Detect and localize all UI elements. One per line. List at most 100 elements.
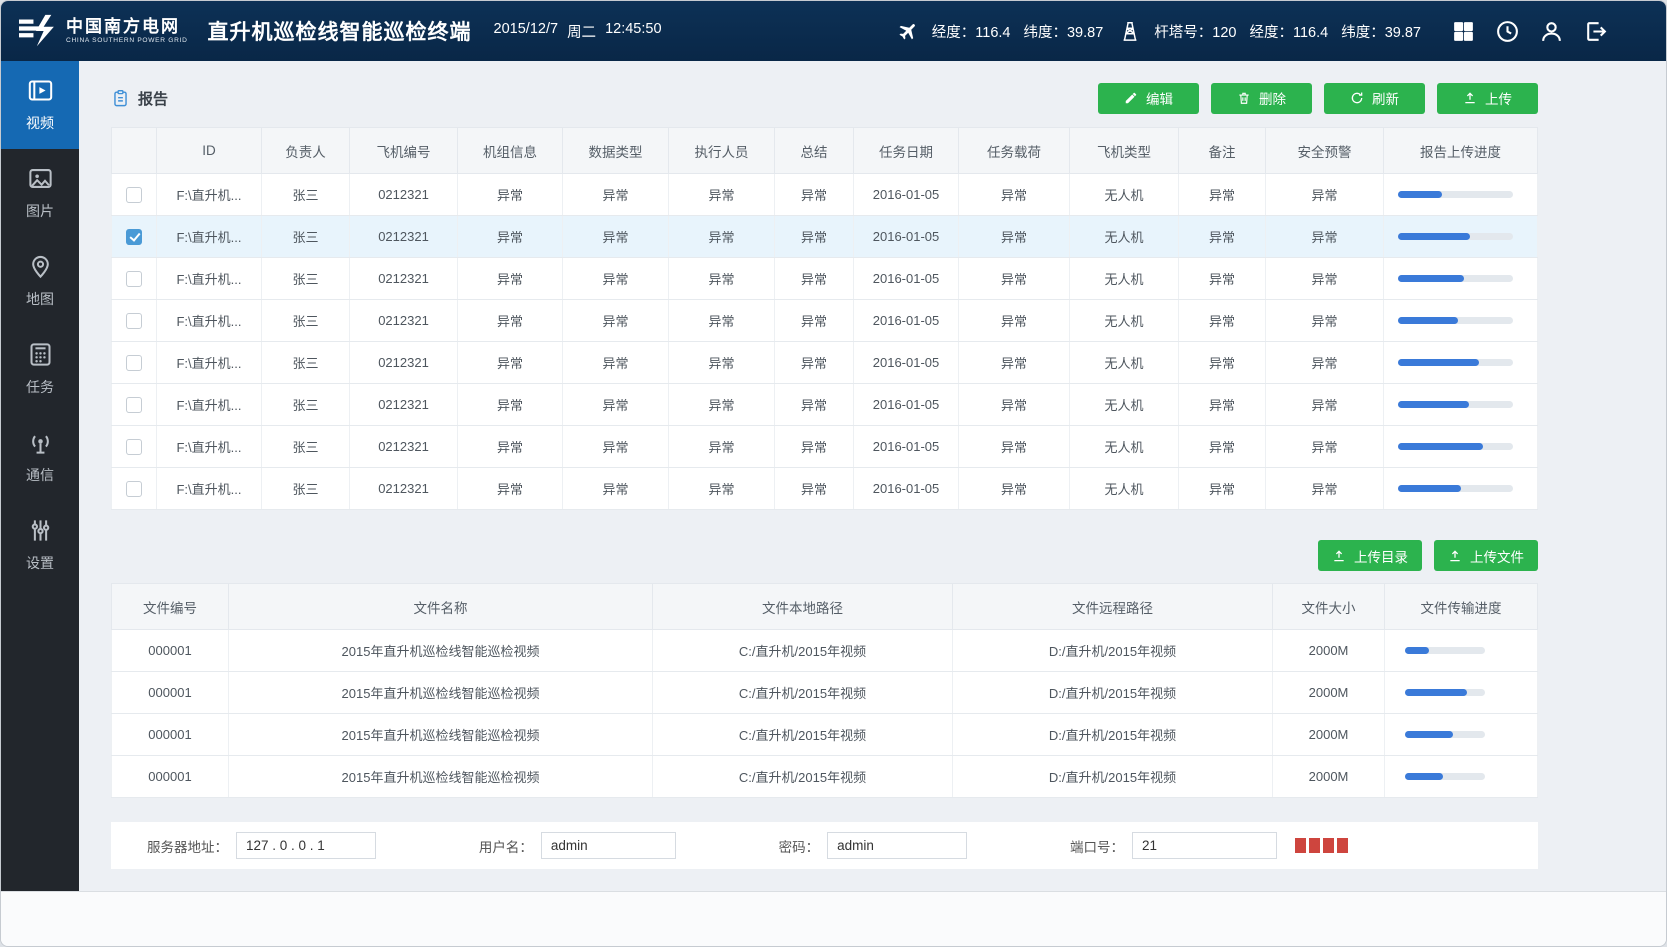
table-cell: 000001 <box>112 756 229 798</box>
upload-button-label: 上传 <box>1485 88 1512 108</box>
antenna-icon <box>27 429 54 456</box>
upload-progress-bar <box>1398 485 1513 492</box>
refresh-button[interactable]: 刷新 <box>1324 83 1425 114</box>
column-header: 飞机编号 <box>350 128 458 174</box>
table-cell: F:\直升机... <box>157 174 262 216</box>
password-group: 密码： <box>779 832 968 859</box>
sidebar: 视频 图片 地图 任务 通信 设置 <box>1 61 79 891</box>
column-header: 文件远程路径 <box>953 584 1273 630</box>
tower-latitude: 纬度：39.87 <box>1341 21 1421 42</box>
sidebar-item-settings[interactable]: 设置 <box>1 501 79 589</box>
sidebar-item-map[interactable]: 地图 <box>1 237 79 325</box>
table-cell: 异常 <box>458 384 563 426</box>
table-cell: 异常 <box>669 300 775 342</box>
table-cell: 0212321 <box>350 468 458 510</box>
upload-icon <box>1463 91 1477 105</box>
brand-text: 中国南方电网 CHINA SOUTHERN POWER GRID <box>66 18 188 45</box>
table-cell: F:\直升机... <box>157 468 262 510</box>
table-cell: 0212321 <box>350 426 458 468</box>
table-cell: 异常 <box>959 426 1070 468</box>
table-cell: 无人机 <box>1070 216 1179 258</box>
report-row: F:\直升机...张三0212321异常异常异常异常2016-01-05异常无人… <box>112 426 1538 468</box>
files-actions: 上传目录 上传文件 <box>111 540 1538 571</box>
table-cell: F:\直升机... <box>157 342 262 384</box>
table-cell: 异常 <box>1266 468 1384 510</box>
table-cell: 异常 <box>669 174 775 216</box>
table-cell: F:\直升机... <box>157 426 262 468</box>
upload-progress-bar <box>1398 191 1513 198</box>
table-cell: 异常 <box>458 468 563 510</box>
sidebar-item-video[interactable]: 视频 <box>1 61 79 149</box>
table-cell: 异常 <box>1179 468 1266 510</box>
password-input[interactable] <box>827 832 967 859</box>
sidebar-item-images[interactable]: 图片 <box>1 149 79 237</box>
server-address-input[interactable] <box>236 832 376 859</box>
row-checkbox[interactable] <box>126 313 142 329</box>
row-checkbox[interactable] <box>126 439 142 455</box>
history-icon[interactable] <box>1495 19 1520 44</box>
body: 视频 图片 地图 任务 通信 设置 <box>1 61 1666 891</box>
refresh-icon <box>1350 91 1364 105</box>
column-header: 飞机类型 <box>1070 128 1179 174</box>
row-checkbox[interactable] <box>126 355 142 371</box>
table-cell: 异常 <box>1179 258 1266 300</box>
upload-button[interactable]: 上传 <box>1437 83 1538 114</box>
row-checkbox[interactable] <box>126 229 142 245</box>
table-cell: 异常 <box>563 300 669 342</box>
indicator-block <box>1309 838 1320 853</box>
upload-progress-bar <box>1398 317 1513 324</box>
table-cell: 异常 <box>669 426 775 468</box>
upload-progress-bar <box>1398 275 1513 282</box>
table-cell: 异常 <box>1179 426 1266 468</box>
user-icon[interactable] <box>1539 19 1564 44</box>
row-checkbox[interactable] <box>126 271 142 287</box>
port-input[interactable] <box>1132 832 1277 859</box>
row-checkbox[interactable] <box>126 481 142 497</box>
upload-directory-button[interactable]: 上传目录 <box>1318 540 1422 571</box>
report-row: F:\直升机...张三0212321异常异常异常异常2016-01-05异常无人… <box>112 342 1538 384</box>
table-cell: 异常 <box>1179 174 1266 216</box>
connection-settings-bar: 服务器地址： 用户名： 密码： 端口号： <box>111 822 1538 869</box>
row-checkbox[interactable] <box>126 397 142 413</box>
sidebar-item-tasks[interactable]: 任务 <box>1 325 79 413</box>
select-column-header <box>112 128 157 174</box>
app-root: 中国南方电网 CHINA SOUTHERN POWER GRID 直升机巡检线智… <box>0 0 1667 947</box>
edit-button-label: 编辑 <box>1146 88 1173 108</box>
delete-button[interactable]: 删除 <box>1211 83 1312 114</box>
table-cell: F:\直升机... <box>157 300 262 342</box>
column-header: 文件编号 <box>112 584 229 630</box>
aircraft-status: 经度：116.4 纬度：39.87 <box>897 20 1104 42</box>
sidebar-item-communication[interactable]: 通信 <box>1 413 79 501</box>
sidebar-item-label: 设置 <box>26 553 54 573</box>
sidebar-item-label: 通信 <box>26 465 54 485</box>
windows-icon[interactable] <box>1451 19 1476 44</box>
table-cell: 异常 <box>1266 258 1384 300</box>
table-cell: 2015年直升机巡检线智能巡检视频 <box>229 672 653 714</box>
edit-button[interactable]: 编辑 <box>1098 83 1199 114</box>
video-icon <box>27 77 54 104</box>
table-cell: 异常 <box>775 174 854 216</box>
table-cell: C:/直升机/2015年视频 <box>653 756 953 798</box>
username-input[interactable] <box>541 832 676 859</box>
row-checkbox[interactable] <box>126 187 142 203</box>
upload-file-button[interactable]: 上传文件 <box>1434 540 1538 571</box>
indicator-block <box>1323 838 1334 853</box>
column-header: 数据类型 <box>563 128 669 174</box>
table-cell: 异常 <box>458 300 563 342</box>
table-cell: 2016-01-05 <box>854 300 959 342</box>
upload-directory-label: 上传目录 <box>1354 546 1408 566</box>
column-header: 文件大小 <box>1273 584 1385 630</box>
table-cell: 张三 <box>262 468 350 510</box>
report-table-body: F:\直升机...张三0212321异常异常异常异常2016-01-05异常无人… <box>112 174 1538 510</box>
table-cell: 异常 <box>775 468 854 510</box>
exit-icon[interactable] <box>1583 19 1608 44</box>
table-cell: 异常 <box>775 384 854 426</box>
table-cell: 异常 <box>775 258 854 300</box>
column-header: 备注 <box>1179 128 1266 174</box>
top-bar: 中国南方电网 CHINA SOUTHERN POWER GRID 直升机巡检线智… <box>1 1 1666 61</box>
table-cell: F:\直升机... <box>157 216 262 258</box>
file-row: 0000012015年直升机巡检线智能巡检视频C:/直升机/2015年视频D:/… <box>112 630 1538 672</box>
sidebar-item-label: 地图 <box>26 289 54 309</box>
report-table: ID负责人飞机编号机组信息数据类型执行人员总结任务日期任务载荷飞机类型备注安全预… <box>111 127 1538 510</box>
upload-progress-bar <box>1398 233 1513 240</box>
